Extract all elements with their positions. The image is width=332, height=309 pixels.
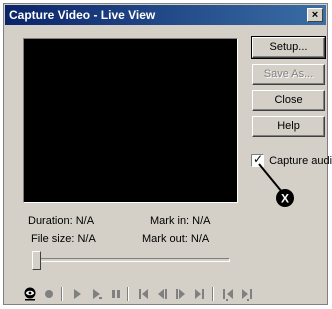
step-back-icon[interactable] [155, 287, 169, 301]
step-forward-icon[interactable] [174, 287, 188, 301]
close-window-button[interactable]: × [307, 8, 323, 22]
toolbar-separator [61, 287, 63, 301]
title-bar[interactable]: Capture Video - Live View × [5, 5, 326, 25]
callout-annotation: X [258, 163, 294, 207]
callout-pointer-line [258, 163, 283, 193]
toolbar-separator [127, 287, 129, 301]
close-button-label: Close [274, 94, 303, 106]
callout-marker-icon: X [281, 192, 289, 206]
help-button-label: Help [277, 120, 300, 132]
capture-video-window: Capture Video - Live View × Setup... Sav… [3, 3, 332, 305]
toolbar-separator [212, 287, 214, 301]
save-as-button-label: Save As... [263, 68, 314, 80]
go-to-end-icon[interactable] [193, 287, 207, 301]
position-slider-thumb[interactable] [32, 251, 41, 270]
setup-button[interactable]: Setup... [251, 36, 326, 59]
mark-in-icon[interactable] [221, 287, 235, 301]
pause-icon[interactable] [109, 287, 123, 301]
close-icon: × [311, 9, 319, 21]
record-eye-icon[interactable] [23, 287, 37, 301]
mark-out-readout: Mark out: N/A [142, 233, 210, 245]
setup-button-label: Setup... [269, 41, 308, 53]
save-as-button: Save As... [252, 64, 325, 85]
file-size-readout: File size: N/A [31, 233, 96, 245]
mark-in-readout: Mark in: N/A [150, 215, 211, 227]
position-slider-track[interactable] [34, 258, 230, 262]
help-button[interactable]: Help [252, 116, 325, 137]
video-preview [23, 38, 238, 203]
play-icon[interactable] [70, 287, 84, 301]
mark-out-icon[interactable] [240, 287, 254, 301]
go-to-start-icon[interactable] [136, 287, 150, 301]
close-button[interactable]: Close [252, 90, 325, 111]
duration-readout: Duration: N/A [28, 215, 95, 227]
play-to-end-icon[interactable] [90, 287, 104, 301]
window-title: Capture Video - Live View [9, 8, 156, 22]
record-dot-icon[interactable] [42, 287, 56, 301]
